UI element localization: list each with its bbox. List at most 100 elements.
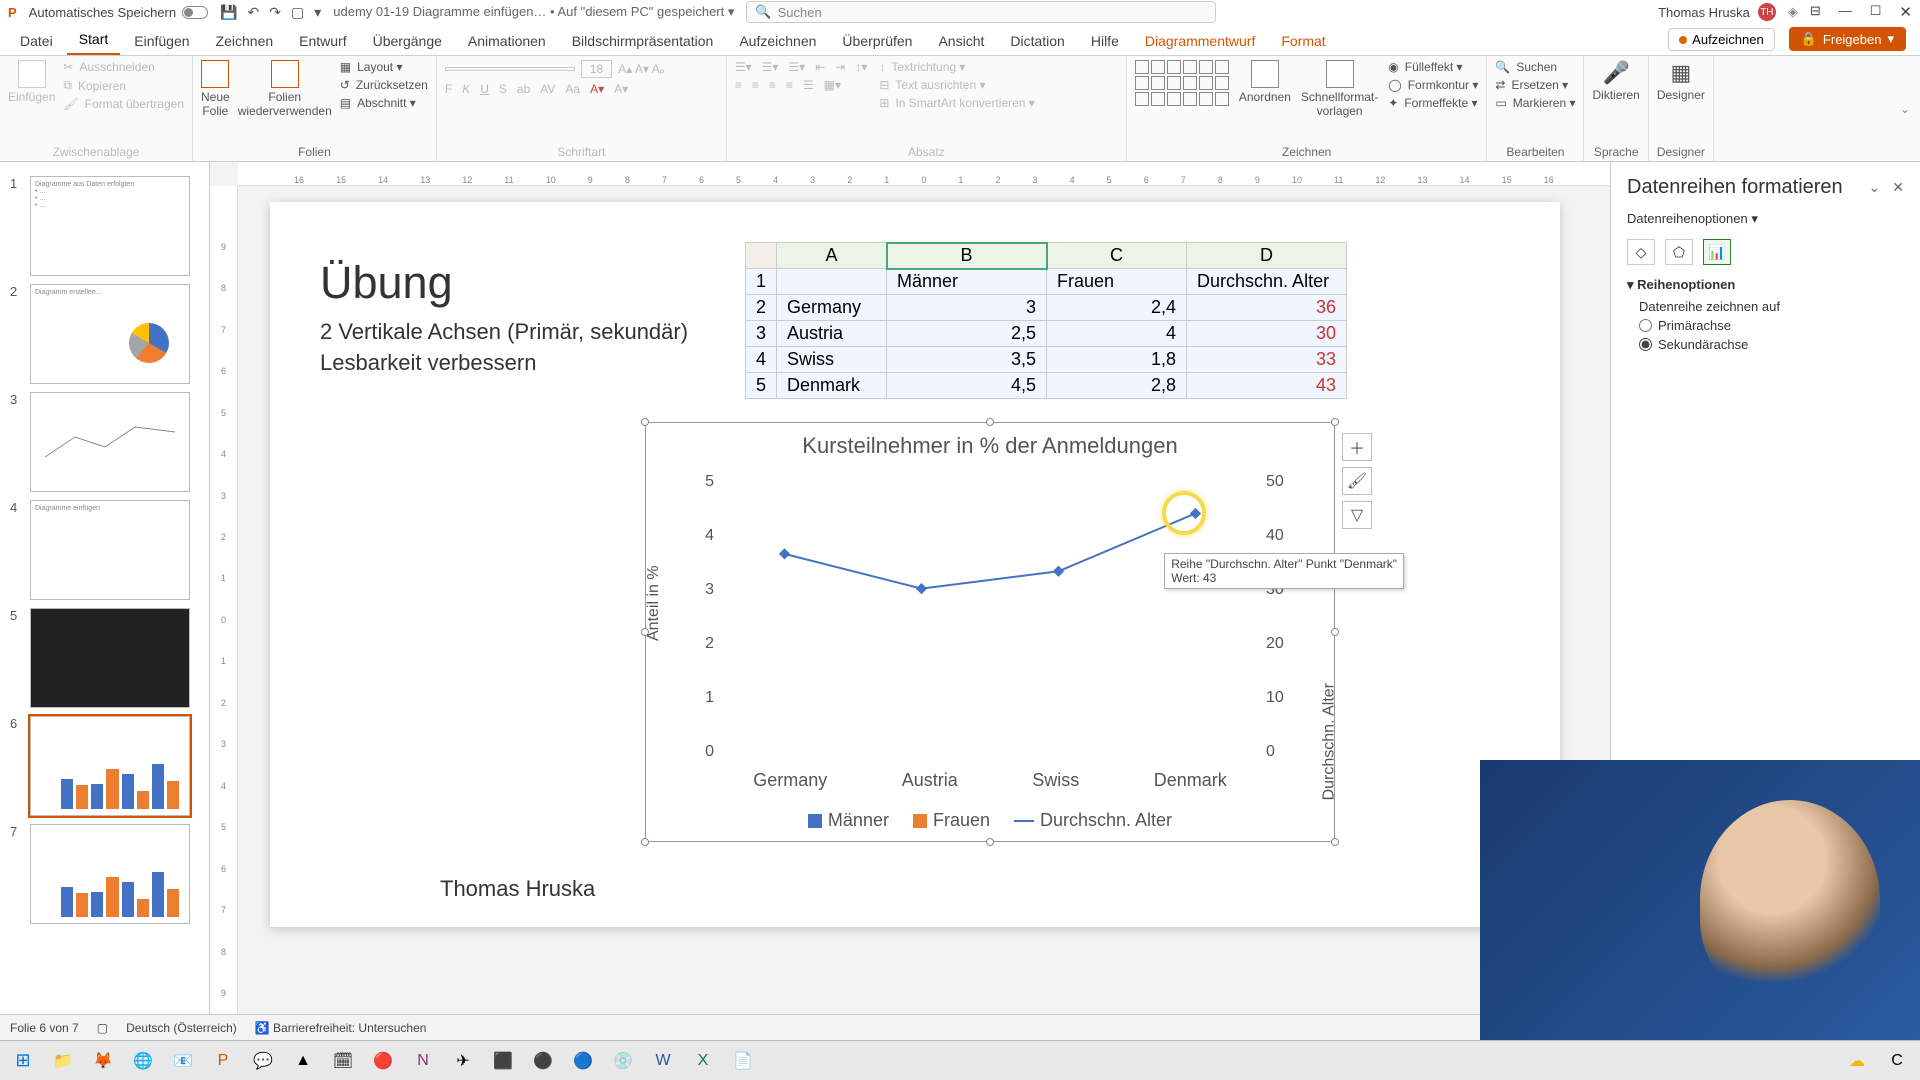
primary-y-label[interactable]: Anteil in % (645, 565, 663, 641)
diamond-icon[interactable]: ◈ (1788, 4, 1798, 20)
taskbar[interactable]: ⊞ 📁 🦊 🌐 📧 P 💬 ▲ 🗓 🔴 N ✈ ⬛ ⚫ 🔵 💿 W X 📄 ☁ … (0, 1040, 1920, 1080)
document-title[interactable]: udemy 01-19 Diagramme einfügen… • Auf "d… (333, 4, 734, 20)
taskbar-firefox-icon[interactable]: 🦊 (86, 1045, 120, 1077)
chart-legend[interactable]: Männer Frauen Durchschn. Alter (646, 810, 1334, 831)
select-button[interactable]: ▭Markieren ▾ (1495, 96, 1575, 110)
record-button[interactable]: Aufzeichnen (1668, 28, 1775, 51)
slide-counter[interactable]: Folie 6 von 7 (10, 1021, 79, 1035)
col-b[interactable]: B (887, 243, 1047, 269)
series-options-dropdown[interactable]: Datenreihenoptionen ▾ (1627, 211, 1904, 227)
arrange-button[interactable]: Anordnen (1239, 60, 1291, 104)
taskbar-onenote-icon[interactable]: N (406, 1045, 440, 1077)
x-axis[interactable]: GermanyAustriaSwissDenmark (716, 770, 1264, 791)
section-button[interactable]: ▤Abschnitt ▾ (340, 96, 428, 110)
tab-entwurf[interactable]: Entwurf (287, 27, 358, 55)
new-slide-button[interactable]: Neue Folie (201, 60, 230, 118)
slide-canvas[interactable]: Übung 2 Vertikale Achsen (Primär, sekund… (270, 202, 1560, 927)
pane-close-icon[interactable]: ✕ (1892, 179, 1904, 196)
primary-y-axis[interactable]: 543210 (686, 473, 714, 761)
layout-button[interactable]: ▦Layout ▾ (340, 60, 428, 74)
dropdown-icon[interactable]: ▾ (314, 4, 321, 21)
user-account[interactable]: Thomas Hruska TH (1658, 3, 1776, 21)
minimize-icon[interactable]: — (1839, 3, 1852, 21)
thumbnail-3[interactable]: 3 (0, 388, 209, 496)
tab-diagrammentwurf[interactable]: Diagrammentwurf (1133, 27, 1267, 55)
chart-styles-button[interactable]: 🖌 (1342, 467, 1372, 495)
redo-icon[interactable]: ↷ (269, 4, 281, 21)
maximize-icon[interactable]: ☐ (1870, 3, 1882, 21)
shape-fill-button[interactable]: ◉Fülleffekt ▾ (1388, 60, 1478, 74)
taskbar-record-icon[interactable]: 🔵 (566, 1045, 600, 1077)
autosave-toggle[interactable]: Automatisches Speichern (29, 5, 208, 20)
taskbar-vlc-icon[interactable]: ▲ (286, 1045, 320, 1077)
col-c[interactable]: C (1047, 243, 1187, 269)
shapes-gallery[interactable] (1135, 60, 1229, 106)
thumbnail-7[interactable]: 7 (0, 820, 209, 928)
fill-line-icon[interactable]: ◇ (1627, 239, 1655, 265)
spell-icon[interactable]: ▢ (97, 1021, 108, 1035)
tab-format[interactable]: Format (1269, 27, 1337, 55)
tab-ueberpruefen[interactable]: Überprüfen (830, 27, 924, 55)
slideshow-icon[interactable]: ▢ (291, 4, 304, 21)
chart-data-table[interactable]: A B C D 1 Männer Frauen Durchschn. Alter… (745, 242, 1347, 399)
shape-outline-button[interactable]: ◯Formkontur ▾ (1388, 78, 1478, 92)
dictate-button[interactable]: 🎤Diktieren (1592, 60, 1639, 102)
taskbar-chrome-icon[interactable]: 🌐 (126, 1045, 160, 1077)
col-a[interactable]: A (777, 243, 887, 269)
slide-thumbnails[interactable]: 1Diagramme aus Daten erfolgten• ...• ...… (0, 162, 210, 1054)
tab-hilfe[interactable]: Hilfe (1079, 27, 1131, 55)
col-d[interactable]: D (1187, 243, 1347, 269)
tab-animationen[interactable]: Animationen (456, 27, 558, 55)
thumbnail-1[interactable]: 1Diagramme aus Daten erfolgten• ...• ...… (0, 172, 209, 280)
taskbar-app-icon[interactable]: 💬 (246, 1045, 280, 1077)
taskbar-app3-icon[interactable]: 🔴 (366, 1045, 400, 1077)
tray-copilot-icon[interactable]: C (1880, 1045, 1914, 1077)
reuse-slides-button[interactable]: Folien wiederverwenden (238, 60, 332, 118)
chart-elements-button[interactable]: ＋ (1342, 433, 1372, 461)
taskbar-powerpoint-icon[interactable]: P (206, 1045, 240, 1077)
section-header[interactable]: ▾ Reihenoptionen (1627, 277, 1904, 293)
chart-object[interactable]: Kursteilnehmer in % der Anmeldungen 5432… (645, 422, 1335, 842)
chart-filter-button[interactable]: ▽ (1342, 501, 1372, 529)
plot-area[interactable] (716, 473, 1264, 761)
pane-dropdown-icon[interactable]: ⌄ (1869, 179, 1881, 196)
tab-aufzeichnen[interactable]: Aufzeichnen (727, 27, 828, 55)
shape-effects-button[interactable]: ✦Formeffekte ▾ (1388, 96, 1478, 110)
language-status[interactable]: Deutsch (Österreich) (126, 1021, 237, 1035)
close-icon[interactable]: ✕ (1899, 3, 1912, 21)
secondary-axis-radio[interactable]: Sekundärachse (1639, 337, 1904, 352)
start-button[interactable]: ⊞ (6, 1045, 40, 1077)
thumbnail-5[interactable]: 5 (0, 604, 209, 712)
effects-pane-icon[interactable]: ⬠ (1665, 239, 1693, 265)
tab-bildschirm[interactable]: Bildschirmpräsentation (560, 27, 726, 55)
tab-dictation[interactable]: Dictation (998, 27, 1076, 55)
chart-title[interactable]: Kursteilnehmer in % der Anmeldungen (646, 423, 1334, 459)
search-box[interactable]: 🔍 Suchen (746, 1, 1216, 23)
tab-uebergaenge[interactable]: Übergänge (361, 27, 454, 55)
share-button[interactable]: 🔒Freigeben▾ (1789, 27, 1906, 51)
secondary-y-label[interactable]: Durchschn. Alter (1320, 683, 1338, 800)
thumbnail-6[interactable]: 6 (0, 712, 209, 820)
taskbar-excel-icon[interactable]: X (686, 1045, 720, 1077)
taskbar-obs-icon[interactable]: ⚫ (526, 1045, 560, 1077)
reset-button[interactable]: ↺Zurücksetzen (340, 78, 428, 92)
tab-zeichnen[interactable]: Zeichnen (204, 27, 286, 55)
ribbon-display-icon[interactable]: ⊟ (1810, 3, 1821, 21)
accessibility-status[interactable]: ♿ Barrierefreiheit: Untersuchen (255, 1021, 427, 1035)
taskbar-app5-icon[interactable]: 💿 (606, 1045, 640, 1077)
taskbar-word-icon[interactable]: W (646, 1045, 680, 1077)
designer-button[interactable]: ▦Designer (1657, 60, 1705, 102)
undo-icon[interactable]: ↶ (248, 4, 260, 21)
toggle-switch-icon[interactable] (182, 6, 208, 19)
primary-axis-radio[interactable]: Primärachse (1639, 318, 1904, 333)
series-options-icon[interactable]: 📊 (1703, 239, 1731, 265)
thumbnail-2[interactable]: 2Diagramm erstellen... (0, 280, 209, 388)
tab-start[interactable]: Start (67, 25, 121, 55)
find-button[interactable]: 🔍Suchen (1495, 60, 1575, 74)
tab-ansicht[interactable]: Ansicht (926, 27, 996, 55)
taskbar-explorer-icon[interactable]: 📁 (46, 1045, 80, 1077)
taskbar-telegram-icon[interactable]: ✈ (446, 1045, 480, 1077)
tab-datei[interactable]: Datei (8, 27, 65, 55)
taskbar-app4-icon[interactable]: ⬛ (486, 1045, 520, 1077)
cut-button[interactable]: ✂Ausschneiden (63, 60, 184, 74)
